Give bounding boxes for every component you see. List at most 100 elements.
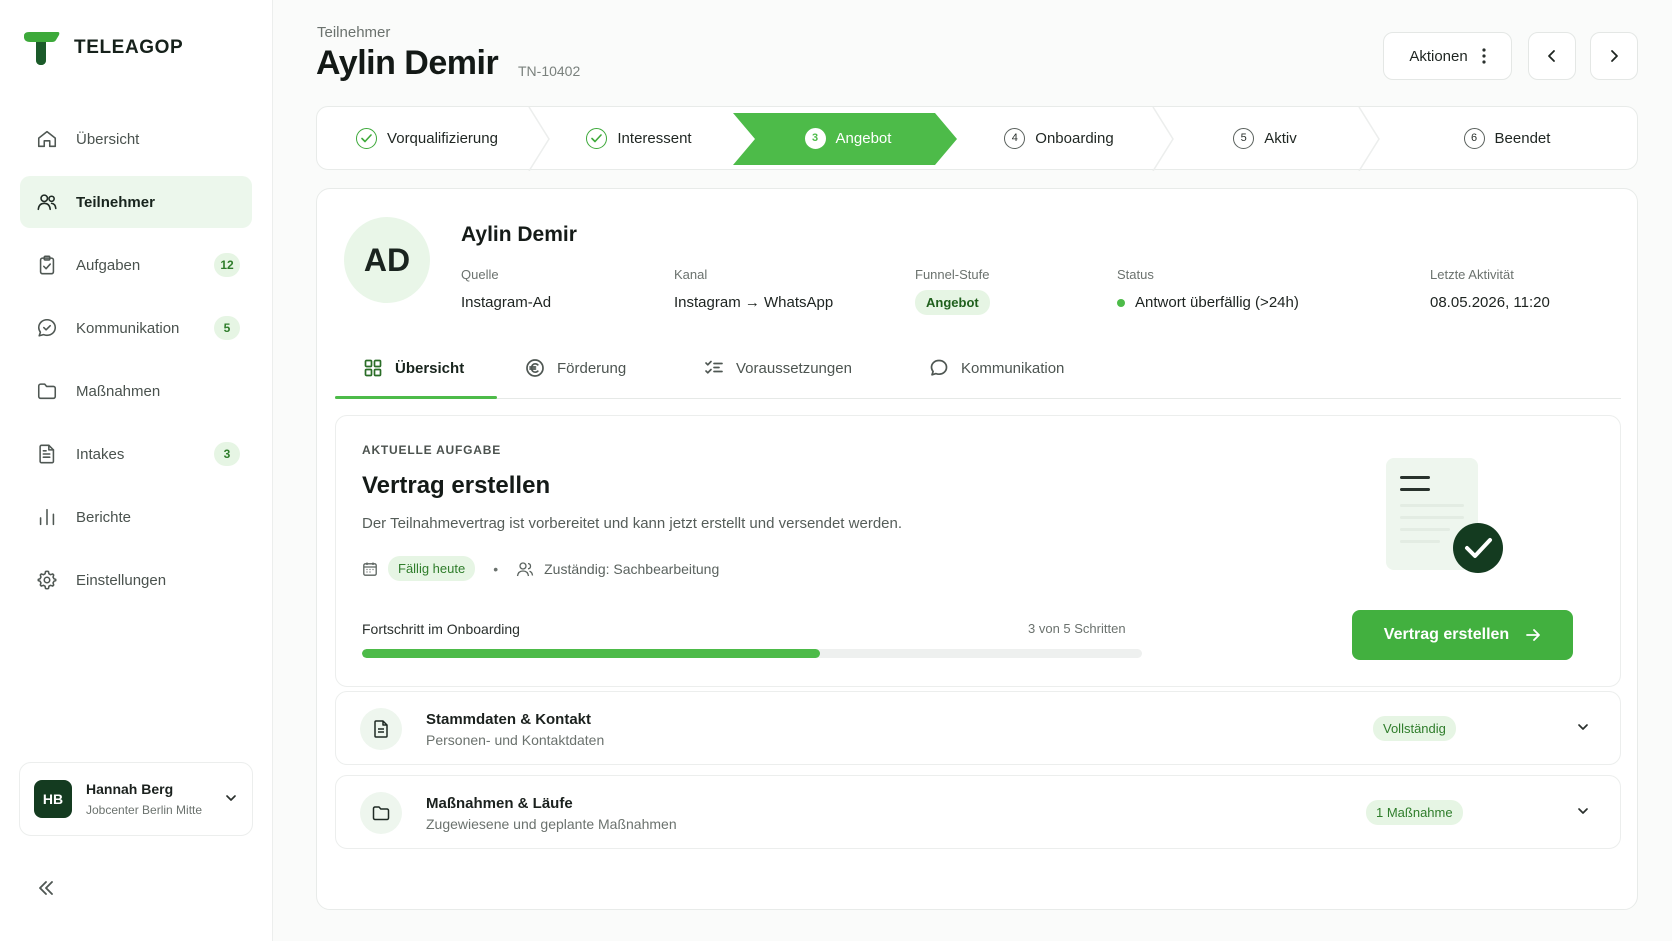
check-circle-icon	[586, 127, 608, 149]
next-participant-button[interactable]	[1590, 32, 1638, 80]
participant-id: TN-10402	[518, 63, 581, 79]
accordion-title: Maßnahmen & Läufe	[426, 795, 573, 812]
progress-bar	[362, 649, 1142, 658]
sidebar-item-berichte[interactable]: Berichte	[20, 491, 252, 543]
meta-value: 08.05.2026, 11:20	[1430, 294, 1550, 311]
sidebar-item-aufgaben[interactable]: Aufgaben 12	[20, 239, 252, 291]
previous-participant-button[interactable]	[1528, 32, 1576, 80]
step-interessent[interactable]: Interessent	[539, 107, 739, 169]
sidebar-item-massnahmen[interactable]: Maßnahmen	[20, 365, 252, 417]
tab-bar: Übersicht Förderung Voraussetzungen Komm…	[335, 337, 1621, 399]
task-description: Der Teilnahmevertrag ist vorbereitet und…	[362, 515, 903, 532]
meta-value: Instagram → WhatsApp	[674, 294, 834, 311]
users-icon	[37, 194, 57, 211]
sidebar-item-intakes[interactable]: Intakes 3	[20, 428, 252, 480]
sidebar-item-label: Maßnahmen	[76, 382, 161, 400]
contract-document-icon	[1386, 458, 1503, 573]
folder-icon	[372, 806, 390, 821]
sidebar-nav: Übersicht Teilnehmer Aufgaben 12 Kommuni…	[20, 113, 252, 617]
chevron-down-icon	[1578, 808, 1588, 814]
tab-voraussetzungen[interactable]: Voraussetzungen	[704, 337, 852, 399]
funnel-stepper: Vorqualifizierung Interessent 3 Angebot …	[316, 106, 1638, 171]
actions-button[interactable]: Aktionen	[1383, 32, 1512, 80]
step-number: 4	[1004, 127, 1026, 149]
collapse-sidebar-icon[interactable]	[34, 876, 58, 900]
step-onboarding[interactable]: 4 Onboarding	[959, 107, 1159, 169]
tab-label: Übersicht	[395, 359, 465, 377]
step-label: Beendet	[1494, 129, 1551, 147]
count-badge: 12	[214, 253, 240, 277]
tab-label: Kommunikation	[961, 359, 1065, 377]
status-dot	[1117, 298, 1125, 307]
breadcrumb[interactable]: Teilnehmer	[317, 24, 390, 41]
meta-quelle: Quelle Instagram-Ad	[461, 267, 551, 311]
acc-icon-wrap	[360, 792, 402, 834]
step-vorqualifizierung[interactable]: Vorqualifizierung	[317, 107, 537, 169]
chevron-left-icon	[1548, 50, 1555, 62]
folder-icon	[37, 383, 57, 400]
tab-label: Voraussetzungen	[736, 359, 852, 377]
chevron-right-icon	[1611, 50, 1618, 62]
check-circle-icon	[356, 127, 378, 149]
count-badge: 5	[214, 316, 240, 340]
sidebar-item-label: Intakes	[76, 445, 125, 463]
task-meta: Fällig heute • Zuständig: Sachbearbeitun…	[362, 556, 719, 581]
step-label: Interessent	[617, 129, 692, 147]
sidebar-item-uebersicht[interactable]: Übersicht	[20, 113, 252, 165]
active-tab-indicator	[335, 396, 497, 399]
meta-funnel: Funnel-Stufe Angebot	[915, 267, 990, 315]
avatar: AD	[344, 217, 430, 303]
step-number: 6	[1463, 127, 1485, 149]
page-title: Aylin Demir	[316, 44, 499, 82]
progress-count: 3 von 5 Schritten	[1028, 621, 1126, 636]
meta-kanal: Kanal Instagram → WhatsApp	[674, 267, 833, 311]
accordion-massnahmen[interactable]: Maßnahmen & Läufe Zugewiesene und geplan…	[335, 775, 1621, 849]
tab-kommunikation[interactable]: Kommunikation	[929, 337, 1064, 399]
bar-chart-icon	[39, 508, 55, 526]
chat-icon	[930, 359, 948, 376]
tab-uebersicht[interactable]: Übersicht	[363, 337, 464, 399]
status-badge: 1 Maßnahme	[1366, 800, 1463, 825]
task-overline: AKTUELLE AUFGABE	[362, 443, 502, 457]
sidebar-item-label: Kommunikation	[76, 319, 180, 337]
step-beendet[interactable]: 6 Beendet	[1377, 107, 1637, 169]
tab-foerderung[interactable]: Förderung	[525, 337, 626, 399]
step-aktiv[interactable]: 5 Aktiv	[1165, 107, 1365, 169]
sidebar-item-label: Berichte	[76, 508, 132, 526]
accordion-subtitle: Personen- und Kontaktdaten	[426, 732, 605, 748]
avatar: HB	[34, 780, 72, 818]
checklist-icon	[705, 360, 723, 374]
logo-text: TELEAGOP	[74, 37, 184, 58]
step-label: Onboarding	[1035, 129, 1114, 147]
tab-label: Förderung	[557, 359, 627, 377]
sidebar-item-teilnehmer[interactable]: Teilnehmer	[20, 176, 252, 228]
assignee-text: Zuständig: Sachbearbeitung	[544, 560, 720, 577]
count-badge: 3	[214, 442, 240, 466]
user-menu[interactable]: HB Hannah Berg Jobcenter Berlin Mitte	[19, 762, 253, 836]
meta-label: Funnel-Stufe	[915, 267, 990, 282]
progress-label: Fortschritt im Onboarding	[362, 621, 520, 637]
sidebar-item-label: Aufgaben	[76, 256, 141, 274]
logo[interactable]: TELEAGOP	[22, 30, 183, 66]
sidebar-item-einstellungen[interactable]: Einstellungen	[20, 554, 252, 606]
step-angebot[interactable]: 3 Angebot	[743, 107, 953, 169]
more-vertical-icon	[1482, 48, 1486, 64]
document-icon	[39, 444, 55, 464]
home-icon	[37, 130, 57, 148]
cta-label: Vertrag erstellen	[1383, 626, 1510, 643]
step-label: Aktiv	[1264, 129, 1297, 147]
step-label: Vorqualifizierung	[387, 129, 498, 147]
sidebar-item-kommunikation[interactable]: Kommunikation 5	[20, 302, 252, 354]
acc-icon-wrap	[360, 708, 402, 750]
current-task-card: AKTUELLE AUFGABE Vertrag erstellen Der T…	[335, 415, 1621, 687]
document-icon	[374, 720, 388, 738]
meta-status: Status Antwort überfällig (>24h)	[1117, 267, 1299, 311]
gear-icon	[37, 570, 57, 590]
sidebar-item-label: Teilnehmer	[76, 193, 155, 211]
chevron-down-icon	[226, 795, 236, 801]
create-contract-button[interactable]: Vertrag erstellen	[1352, 610, 1573, 660]
user-name: Hannah Berg	[86, 781, 174, 797]
user-org: Jobcenter Berlin Mitte	[86, 803, 203, 817]
funnel-stage-badge: Angebot	[915, 290, 990, 315]
accordion-stammdaten[interactable]: Stammdaten & Kontakt Personen- und Konta…	[335, 691, 1621, 765]
